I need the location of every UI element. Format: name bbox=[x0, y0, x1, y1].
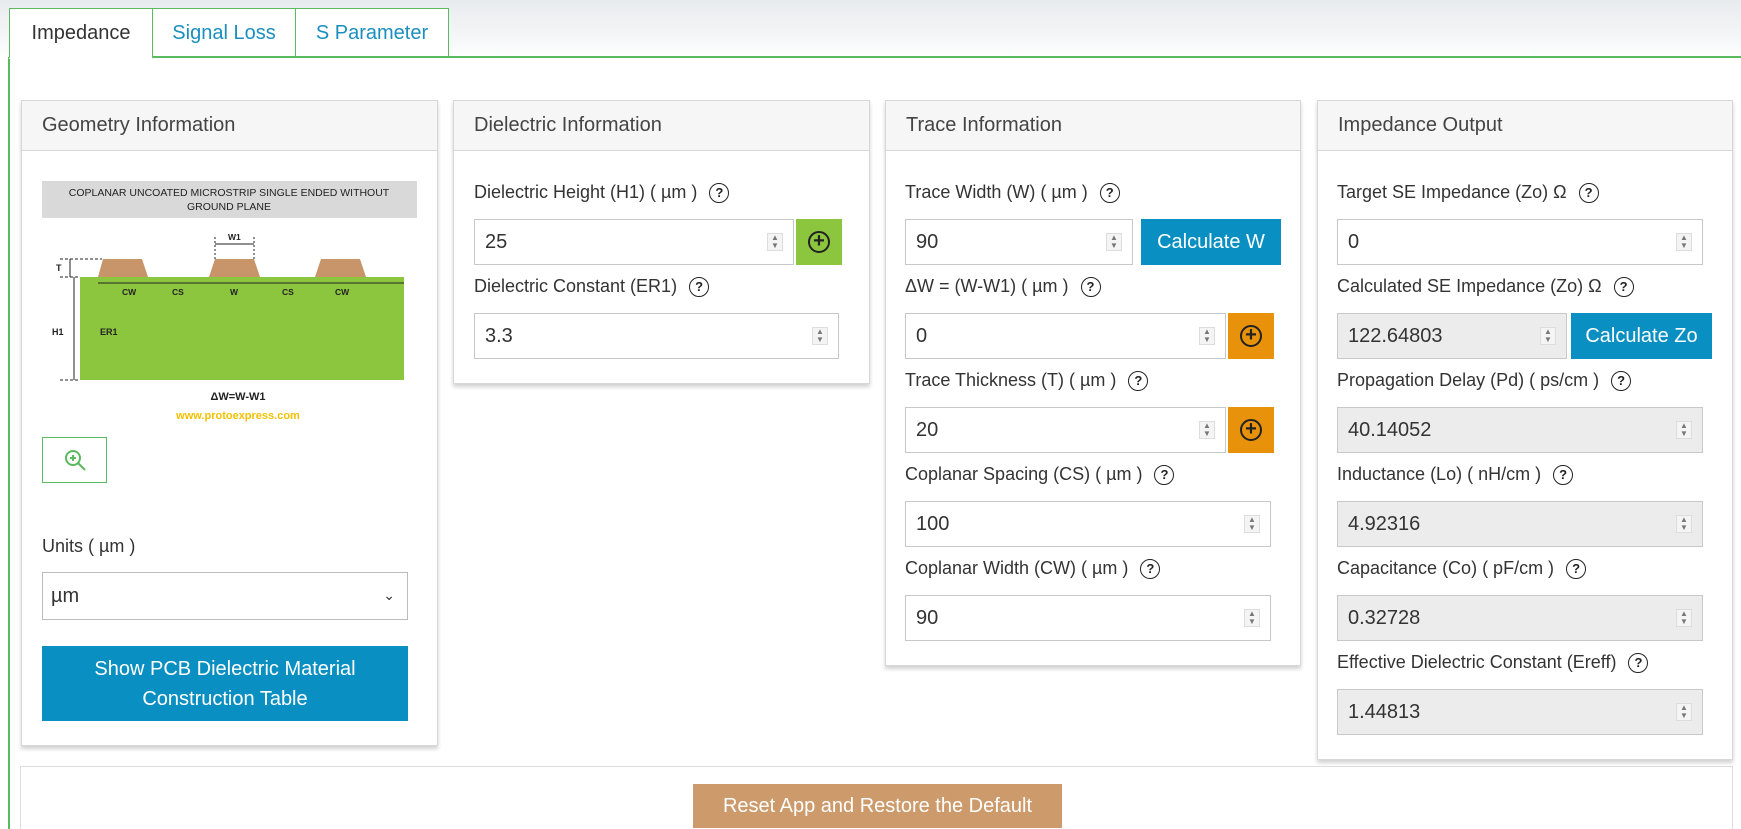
coplanar-spacing-input[interactable]: 100 ▲ ▼ bbox=[905, 501, 1271, 547]
spinner-icon[interactable]: ▲ ▼ bbox=[812, 327, 828, 345]
diagram-caption-line-2: GROUND PLANE bbox=[187, 201, 271, 213]
propagation-delay-label: Propagation Delay (Pd) ( ps/cm )? bbox=[1337, 370, 1632, 391]
coplanar-microstrip-diagram: COPLANAR UNCOATED MICROSTRIP SINGLE ENDE… bbox=[42, 181, 417, 422]
tab-underline bbox=[9, 56, 1741, 58]
target-impedance-input[interactable]: 0 ▲ ▼ bbox=[1337, 219, 1703, 265]
svg-text:CS: CS bbox=[172, 287, 184, 297]
spinner-icon[interactable]: ▲ ▼ bbox=[767, 233, 783, 251]
svg-text:CW: CW bbox=[122, 287, 137, 297]
svg-text:W: W bbox=[230, 287, 239, 297]
add-trace-thickness-button[interactable]: + bbox=[1228, 407, 1274, 453]
coplanar-width-input[interactable]: 90 ▲ ▼ bbox=[905, 595, 1271, 641]
trace-thickness-label: Trace Thickness (T) ( µm )? bbox=[905, 370, 1149, 391]
capacitance-label: Capacitance (Co) ( pF/cm )? bbox=[1337, 558, 1587, 579]
reset-app-button[interactable]: Reset App and Restore the Default bbox=[693, 784, 1062, 828]
help-icon[interactable]: ? bbox=[1613, 276, 1634, 297]
add-dielectric-height-button[interactable]: + bbox=[796, 219, 842, 265]
spinner-icon: ▲ ▼ bbox=[1676, 515, 1692, 533]
diagram-formula: ΔW=W-W1 bbox=[210, 391, 265, 403]
dielectric-height-label: Dielectric Height (H1) ( µm )? bbox=[474, 182, 730, 203]
plus-circle-icon: + bbox=[808, 231, 830, 253]
units-label: Units ( µm ) bbox=[42, 536, 136, 556]
chevron-down-icon: ⌄ bbox=[383, 587, 395, 603]
target-impedance-label: Target SE Impedance (Zo) Ω? bbox=[1337, 182, 1599, 203]
calculate-zo-button[interactable]: Calculate Zo bbox=[1571, 313, 1712, 359]
ereff-output: 1.44813 ▲ ▼ bbox=[1337, 689, 1703, 735]
delta-w-label: ΔW = (W-W1) ( µm )? bbox=[905, 276, 1101, 297]
content-border bbox=[8, 57, 10, 829]
trace-title: Trace Information bbox=[886, 101, 1300, 151]
diagram-label-t: T bbox=[56, 263, 62, 273]
inductance-output: 4.92316 ▲ ▼ bbox=[1337, 501, 1703, 547]
trace-thickness-input[interactable]: 20 ▲ ▼ bbox=[905, 407, 1226, 453]
diagram-label-h1: H1 bbox=[52, 327, 64, 337]
help-icon[interactable]: ? bbox=[689, 276, 710, 297]
dielectric-constant-input[interactable]: 3.3 ▲ ▼ bbox=[474, 313, 839, 359]
coplanar-spacing-label: Coplanar Spacing (CS) ( µm )? bbox=[905, 464, 1175, 485]
units-value: µm bbox=[51, 584, 80, 607]
tab-s-parameter[interactable]: S Parameter bbox=[295, 8, 449, 58]
spinner-icon[interactable]: ▲ ▼ bbox=[1199, 421, 1215, 439]
coplanar-width-label: Coplanar Width (CW) ( µm )? bbox=[905, 558, 1161, 579]
help-icon[interactable]: ? bbox=[1553, 464, 1574, 485]
spinner-icon: ▲ ▼ bbox=[1676, 421, 1692, 439]
tab-impedance[interactable]: Impedance bbox=[9, 8, 153, 59]
capacitance-output: 0.32728 ▲ ▼ bbox=[1337, 595, 1703, 641]
calculate-w-button[interactable]: Calculate W bbox=[1141, 219, 1281, 265]
output-title: Impedance Output bbox=[1318, 101, 1732, 151]
spinner-icon: ▲ ▼ bbox=[1540, 327, 1556, 345]
help-icon[interactable]: ? bbox=[1099, 182, 1120, 203]
svg-text:CS: CS bbox=[282, 287, 294, 297]
zoom-in-icon bbox=[64, 450, 86, 471]
help-icon[interactable]: ? bbox=[1154, 464, 1175, 485]
plus-circle-icon: + bbox=[1240, 419, 1262, 441]
svg-text:CW: CW bbox=[335, 287, 350, 297]
spinner-icon[interactable]: ▲ ▼ bbox=[1244, 609, 1260, 627]
help-icon[interactable]: ? bbox=[1128, 370, 1149, 391]
help-icon[interactable]: ? bbox=[1080, 276, 1101, 297]
ereff-label: Effective Dielectric Constant (Ereff)? bbox=[1337, 652, 1649, 673]
geometry-title: Geometry Information bbox=[22, 101, 437, 151]
propagation-delay-output: 40.14052 ▲ ▼ bbox=[1337, 407, 1703, 453]
spinner-icon[interactable]: ▲ ▼ bbox=[1244, 515, 1260, 533]
tab-signal-loss[interactable]: Signal Loss bbox=[152, 8, 296, 58]
help-icon[interactable]: ? bbox=[1140, 558, 1161, 579]
help-icon[interactable]: ? bbox=[1628, 652, 1649, 673]
inductance-label: Inductance (Lo) ( nH/cm )? bbox=[1337, 464, 1574, 485]
spinner-icon: ▲ ▼ bbox=[1676, 609, 1692, 627]
spinner-icon[interactable]: ▲ ▼ bbox=[1106, 233, 1122, 251]
help-icon[interactable]: ? bbox=[1611, 370, 1632, 391]
show-material-table-button[interactable]: Show PCB Dielectric Material Constructio… bbox=[42, 646, 408, 721]
trace-width-label: Trace Width (W) ( µm )? bbox=[905, 182, 1120, 203]
spinner-icon: ▲ ▼ bbox=[1676, 703, 1692, 721]
add-delta-w-button[interactable]: + bbox=[1228, 313, 1274, 359]
spinner-icon[interactable]: ▲ ▼ bbox=[1676, 233, 1692, 251]
help-icon[interactable]: ? bbox=[1578, 182, 1599, 203]
dielectric-constant-label: Dielectric Constant (ER1)? bbox=[474, 276, 710, 297]
dielectric-height-input[interactable]: 25 ▲ ▼ bbox=[474, 219, 794, 265]
diagram-website: www.protoexpress.com bbox=[175, 410, 300, 422]
zoom-in-button[interactable] bbox=[42, 437, 107, 483]
diagram-caption-line-1: COPLANAR UNCOATED MICROSTRIP SINGLE ENDE… bbox=[69, 187, 390, 199]
help-icon[interactable]: ? bbox=[709, 182, 730, 203]
dielectric-title: Dielectric Information bbox=[454, 101, 869, 151]
units-select[interactable]: µm ⌄ bbox=[42, 572, 408, 620]
delta-w-input[interactable]: 0 ▲ ▼ bbox=[905, 313, 1226, 359]
help-icon[interactable]: ? bbox=[1566, 558, 1587, 579]
trace-width-input[interactable]: 90 ▲ ▼ bbox=[905, 219, 1133, 265]
diagram-label-er1: ER1 bbox=[100, 327, 118, 337]
diagram-label-w1: W1 bbox=[228, 232, 241, 242]
calculated-impedance-output: 122.64803 ▲ ▼ bbox=[1337, 313, 1567, 359]
spinner-icon[interactable]: ▲ ▼ bbox=[1199, 327, 1215, 345]
plus-circle-icon: + bbox=[1240, 325, 1262, 347]
calculated-impedance-label: Calculated SE Impedance (Zo) Ω? bbox=[1337, 276, 1634, 297]
